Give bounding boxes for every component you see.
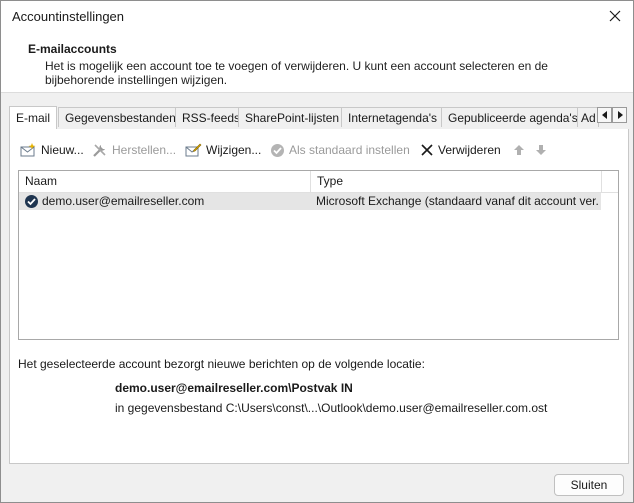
new-mail-icon — [20, 143, 36, 157]
account-toolbar: Nieuw... Herstellen... Wijzigen... Als s… — [20, 140, 620, 160]
account-name-cell: demo.user@emailreseller.com — [42, 194, 205, 208]
set-default-button[interactable]: Als standaard instellen — [270, 140, 410, 160]
close-icon — [609, 10, 621, 22]
email-tab-panel: Nieuw... Herstellen... Wijzigen... Als s… — [9, 129, 629, 464]
account-settings-dialog: Accountinstellingen E-mailaccounts Het i… — [0, 0, 634, 503]
tab-scroll-right[interactable] — [612, 107, 627, 123]
default-account-check-icon — [25, 195, 38, 208]
move-up-button[interactable] — [513, 140, 529, 160]
triangle-left-icon — [601, 111, 607, 119]
header-area: E-mailaccounts Het is mogelijk een accou… — [1, 32, 633, 93]
checkmark-circle-icon — [271, 143, 284, 157]
tab-scroll-left[interactable] — [597, 107, 612, 123]
repair-button[interactable]: Herstellen... — [92, 140, 176, 160]
section-description: Het is mogelijk een account toe te voege… — [45, 59, 548, 87]
column-header-type[interactable]: Type — [311, 171, 601, 192]
delivery-data-file: in gegevensbestand C:\Users\const\...\Ou… — [115, 401, 548, 415]
triangle-right-icon — [617, 111, 623, 119]
column-divider[interactable] — [601, 171, 602, 192]
tab-rss-feeds[interactable]: RSS-feeds — [175, 107, 248, 127]
section-title: E-mailaccounts — [28, 42, 117, 56]
window-title: Accountinstellingen — [12, 9, 125, 24]
tab-internet-calendars[interactable]: Internetagenda's — [341, 107, 445, 127]
change-account-button[interactable]: Wijzigen... — [185, 140, 261, 160]
title-bar: Accountinstellingen — [1, 1, 633, 32]
tab-sharepoint-lists[interactable]: SharePoint-lijsten — [238, 107, 347, 127]
repair-label: Herstellen... — [112, 143, 177, 157]
column-header-name[interactable]: Naam — [19, 171, 310, 192]
tab-data-files[interactable]: Gegevensbestanden — [58, 107, 183, 127]
set-default-label: Als standaard instellen — [289, 143, 410, 157]
remove-account-button[interactable]: Verwijderen — [420, 140, 501, 160]
list-header: Naam Type — [19, 171, 618, 193]
move-down-button[interactable] — [535, 140, 551, 160]
arrow-down-icon — [536, 145, 546, 155]
remove-account-label: Verwijderen — [438, 143, 501, 157]
tab-published-calendars[interactable]: Gepubliceerde agenda's — [441, 107, 585, 127]
change-account-icon — [185, 143, 202, 157]
tab-email[interactable]: E-mail — [9, 106, 58, 130]
change-account-label: Wijzigen... — [206, 143, 262, 157]
new-account-button[interactable]: Nieuw... — [20, 140, 84, 160]
repair-tools-icon — [93, 144, 106, 157]
new-account-label: Nieuw... — [41, 143, 84, 157]
close-button[interactable] — [600, 3, 630, 29]
account-list[interactable]: Naam Type demo.user@emailreseller.com Mi… — [18, 170, 619, 340]
tab-address-books[interactable]: Ad — [577, 107, 599, 127]
tab-strip: E-mail Gegevensbestanden RSS-feeds Share… — [9, 106, 629, 130]
remove-x-icon — [421, 144, 433, 156]
close-dialog-button[interactable]: Sluiten — [554, 474, 624, 496]
arrow-up-icon — [514, 145, 524, 155]
delivery-folder: demo.user@emailreseller.com\Postvak IN — [115, 381, 353, 395]
account-type-cell: Microsoft Exchange (standaard vanaf dit … — [316, 194, 599, 208]
table-row[interactable]: demo.user@emailreseller.com Microsoft Ex… — [19, 193, 601, 210]
delivery-location-label: Het geselecteerde account bezorgt nieuwe… — [18, 357, 425, 371]
